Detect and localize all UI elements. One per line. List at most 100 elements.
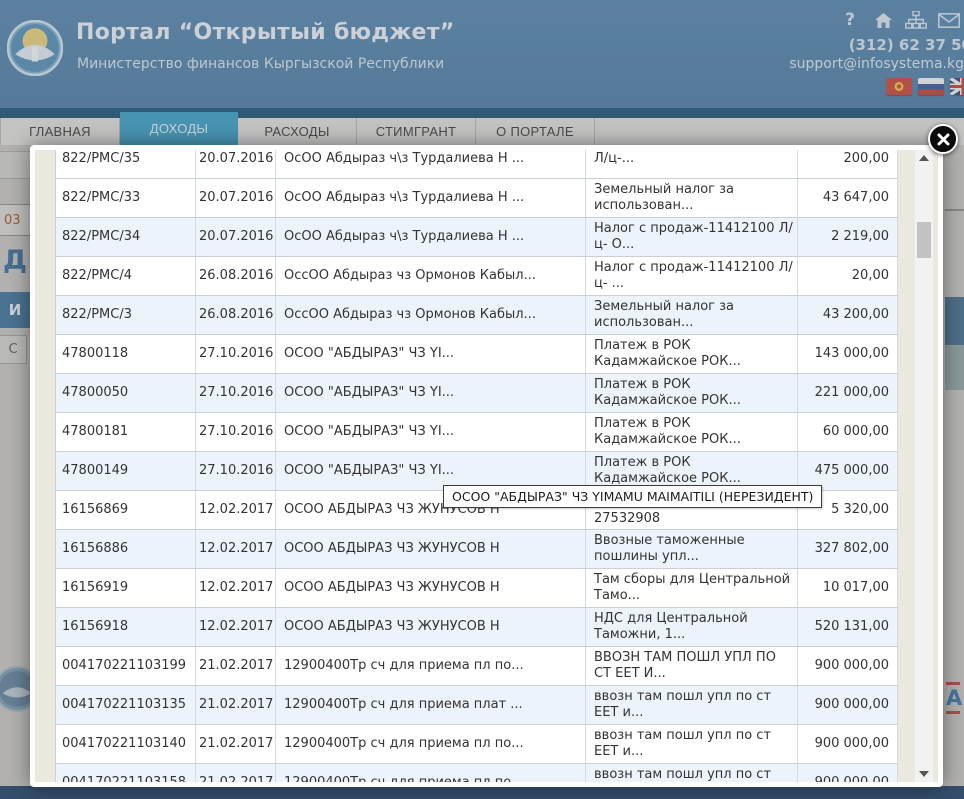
cell-doc-number: 004170221103158 xyxy=(56,764,196,782)
cell-purpose: ввозн там пошл упл по ст ЕЕТ и... xyxy=(586,764,798,782)
payer-tooltip: ОСОО "АБДЫРАЗ" ЧЗ YIMAMU MAIMAITILI (НЕР… xyxy=(443,485,822,508)
cell-amount: 900 000,00 xyxy=(798,686,898,724)
cell-date: 27.10.2016 xyxy=(196,413,276,451)
table-row[interactable]: 16156919 12.02.2017 ОСОО АБДЫРАЗ ЧЗ ЖУНУ… xyxy=(56,569,898,608)
cell-amount: 200,00 xyxy=(798,150,898,178)
cell-doc-number: 47800118 xyxy=(56,335,196,373)
cell-amount: 43 200,00 xyxy=(798,296,898,334)
cell-amount: 900 000,00 xyxy=(798,647,898,685)
table-row[interactable]: 16156886 12.02.2017 ОСОО АБДЫРАЗ ЧЗ ЖУНУ… xyxy=(56,530,898,569)
cell-date: 20.07.2016 xyxy=(196,150,276,178)
cell-payer: ОсОО Абдыраз ч\з Турдалиева Н ... xyxy=(276,179,586,217)
payments-table: 822/РМС/35 20.07.2016 ОсОО Абдыраз ч\з Т… xyxy=(55,150,898,782)
cell-purpose: Л/ц-... xyxy=(586,150,798,178)
table-row[interactable]: 004170221103158 21.02.2017 12900400Тр сч… xyxy=(56,764,898,782)
cell-amount: 10 017,00 xyxy=(798,569,898,607)
cell-date: 26.08.2016 xyxy=(196,257,276,295)
cell-purpose: ввозн там пошл упл по ст ЕЕТ и... xyxy=(586,725,798,763)
cell-purpose: НДС для Центральной Таможни, 1... xyxy=(586,608,798,646)
cell-payer: ОСОО "АБДЫРАЗ" ЧЗ YI... xyxy=(276,374,586,412)
cell-purpose: Там сборы для Центральной Тамо... xyxy=(586,569,798,607)
cell-purpose: Платеж в РОК Кадамжайское РОК... xyxy=(586,335,798,373)
cell-date: 20.07.2016 xyxy=(196,179,276,217)
cell-doc-number: 822/РМС/33 xyxy=(56,179,196,217)
table-row[interactable]: 822/РМС/35 20.07.2016 ОсОО Абдыраз ч\з Т… xyxy=(56,150,898,179)
cell-doc-number: 004170221103199 xyxy=(56,647,196,685)
cell-doc-number: 16156886 xyxy=(56,530,196,568)
table-row[interactable]: 004170221103140 21.02.2017 12900400Тр сч… xyxy=(56,725,898,764)
cell-purpose: Налог с продаж-11412100 Л/ц- ... xyxy=(586,257,798,295)
table-row[interactable]: 822/РМС/34 20.07.2016 ОсОО Абдыраз ч\з Т… xyxy=(56,218,898,257)
cell-date: 21.02.2017 xyxy=(196,764,276,782)
cell-amount: 20,00 xyxy=(798,257,898,295)
open-budget-portal-page: Портал “Открытый бюджет” Министерство фи… xyxy=(0,0,964,799)
cell-doc-number: 47800149 xyxy=(56,452,196,490)
cell-payer: ОсОО Абдыраз ч\з Турдалиева Н ... xyxy=(276,218,586,256)
cell-amount: 221 000,00 xyxy=(798,374,898,412)
cell-date: 27.10.2016 xyxy=(196,452,276,490)
payments-modal: 822/РМС/35 20.07.2016 ОсОО Абдыраз ч\з Т… xyxy=(30,145,943,787)
cell-purpose: ВВОЗН ТАМ ПОШЛ УПЛ ПО СТ ЕЕТ И... xyxy=(586,647,798,685)
cell-amount: 900 000,00 xyxy=(798,725,898,763)
table-row[interactable]: 822/РМС/4 26.08.2016 ОссОО Абдыраз чз Ор… xyxy=(56,257,898,296)
table-row[interactable]: 47800050 27.10.2016 ОСОО "АБДЫРАЗ" ЧЗ YI… xyxy=(56,374,898,413)
cell-amount: 900 000,00 xyxy=(798,764,898,782)
cell-date: 21.02.2017 xyxy=(196,686,276,724)
cell-doc-number: 16156919 xyxy=(56,569,196,607)
cell-amount: 143 000,00 xyxy=(798,335,898,373)
cell-doc-number: 16156869 xyxy=(56,491,196,529)
cell-doc-number: 822/РМС/35 xyxy=(56,150,196,178)
cell-payer: ОссОО Абдыраз чз Ормонов Кабыл... xyxy=(276,296,586,334)
cell-payer: ОссОО Абдыраз чз Ормонов Кабыл... xyxy=(276,257,586,295)
cell-doc-number: 47800050 xyxy=(56,374,196,412)
cell-payer: 12900400Тр сч для приема пл по... xyxy=(276,725,586,763)
cell-payer: 12900400Тр сч для приема пл по... xyxy=(276,764,586,782)
cell-date: 21.02.2017 xyxy=(196,647,276,685)
modal-scrollbar[interactable] xyxy=(915,150,933,782)
cell-payer: ОСОО "АБДЫРАЗ" ЧЗ YI... xyxy=(276,335,586,373)
cell-purpose: Земельный налог за использован... xyxy=(586,179,798,217)
cell-date: 26.08.2016 xyxy=(196,296,276,334)
cell-date: 12.02.2017 xyxy=(196,569,276,607)
cell-doc-number: 47800181 xyxy=(56,413,196,451)
scroll-thumb[interactable] xyxy=(917,222,931,258)
table-row[interactable]: 822/РМС/3 26.08.2016 ОссОО Абдыраз чз Ор… xyxy=(56,296,898,335)
table-row[interactable]: 004170221103135 21.02.2017 12900400Тр сч… xyxy=(56,686,898,725)
cell-amount: 43 647,00 xyxy=(798,179,898,217)
cell-date: 12.02.2017 xyxy=(196,530,276,568)
modal-close-button[interactable] xyxy=(928,124,958,154)
table-row[interactable]: 16156918 12.02.2017 ОСОО АБДЫРАЗ ЧЗ ЖУНУ… xyxy=(56,608,898,647)
cell-amount: 520 131,00 xyxy=(798,608,898,646)
cell-payer: ОСОО АБДЫРАЗ ЧЗ ЖУНУСОВ Н xyxy=(276,608,586,646)
cell-purpose: Земельный налог за использован... xyxy=(586,296,798,334)
cell-payer: ОСОО "АБДЫРАЗ" ЧЗ YI... xyxy=(276,413,586,451)
cell-doc-number: 16156918 xyxy=(56,608,196,646)
cell-doc-number: 822/РМС/34 xyxy=(56,218,196,256)
table-row[interactable]: 47800181 27.10.2016 ОСОО "АБДЫРАЗ" ЧЗ YI… xyxy=(56,413,898,452)
cell-date: 27.10.2016 xyxy=(196,335,276,373)
cell-date: 20.07.2016 xyxy=(196,218,276,256)
cell-purpose: Налог с продаж-11412100 Л/ц- О... xyxy=(586,218,798,256)
cell-purpose: Платеж в РОК Кадамжайское РОК... xyxy=(586,413,798,451)
cell-payer: 12900400Тр сч для приема пл по... xyxy=(276,647,586,685)
cell-purpose: ввозн там пошл упл по ст ЕЕТ и... xyxy=(586,686,798,724)
cell-payer: ОСОО АБДЫРАЗ ЧЗ ЖУНУСОВ Н xyxy=(276,530,586,568)
scroll-up-arrow[interactable] xyxy=(915,150,933,166)
cell-doc-number: 822/РМС/4 xyxy=(56,257,196,295)
cell-payer: ОсОО Абдыраз ч\з Турдалиева Н ... xyxy=(276,150,586,178)
cell-date: 12.02.2017 xyxy=(196,491,276,529)
table-row[interactable]: 822/РМС/33 20.07.2016 ОсОО Абдыраз ч\з Т… xyxy=(56,179,898,218)
cell-date: 21.02.2017 xyxy=(196,725,276,763)
cell-amount: 2 219,00 xyxy=(798,218,898,256)
scroll-down-arrow[interactable] xyxy=(915,766,933,782)
cell-doc-number: 004170221103140 xyxy=(56,725,196,763)
table-row[interactable]: 47800118 27.10.2016 ОСОО "АБДЫРАЗ" ЧЗ YI… xyxy=(56,335,898,374)
cell-payer: ОСОО АБДЫРАЗ ЧЗ ЖУНУСОВ Н xyxy=(276,569,586,607)
cell-purpose: Ввозные таможенные пошлины упл... xyxy=(586,530,798,568)
cell-doc-number: 822/РМС/3 xyxy=(56,296,196,334)
cell-doc-number: 004170221103135 xyxy=(56,686,196,724)
cell-payer: 12900400Тр сч для приема плат ... xyxy=(276,686,586,724)
cell-amount: 60 000,00 xyxy=(798,413,898,451)
cell-date: 12.02.2017 xyxy=(196,608,276,646)
table-row[interactable]: 004170221103199 21.02.2017 12900400Тр сч… xyxy=(56,647,898,686)
